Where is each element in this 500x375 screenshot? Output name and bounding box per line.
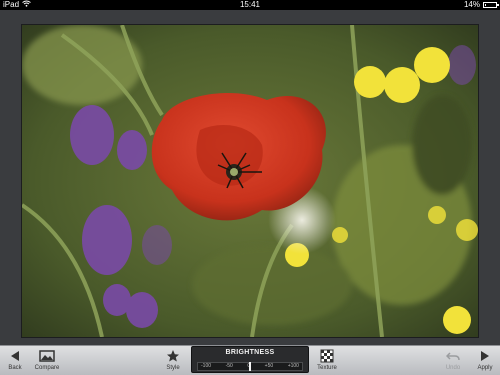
poppy-photo [22, 25, 478, 337]
editor-canvas [0, 10, 500, 345]
undo-arrow-icon [440, 348, 466, 364]
texture-label: Texture [317, 365, 337, 371]
texture-button[interactable]: Texture [314, 348, 340, 374]
battery-icon [483, 2, 499, 8]
apply-button[interactable]: Apply [472, 348, 498, 374]
brightness-slider[interactable]: -100 -50 0 +50 +100 [197, 362, 303, 371]
texture-grid-icon [314, 348, 340, 364]
battery-percent: 14% [463, 0, 480, 9]
compare-label: Compare [34, 365, 60, 371]
apply-arrow-icon [472, 348, 498, 364]
scale-tick-label: +50 [264, 363, 274, 369]
scale-tick-label: -50 [225, 363, 233, 369]
compare-image-icon [34, 348, 60, 364]
undo-label: Undo [445, 365, 461, 371]
photo-preview[interactable] [22, 25, 478, 337]
slider-indicator[interactable] [249, 362, 251, 371]
style-label: Style [166, 365, 180, 371]
status-time: 15:41 [239, 0, 261, 9]
undo-button[interactable]: Undo [440, 348, 466, 374]
compare-button[interactable]: Compare [34, 348, 60, 374]
star-icon [160, 348, 186, 364]
style-button[interactable]: Style [160, 348, 186, 374]
apply-label: Apply [477, 365, 493, 371]
brightness-adjust-panel[interactable]: BRIGHTNESS -100 -50 0 +50 +100 [191, 346, 309, 373]
back-arrow-icon [2, 348, 28, 364]
back-label: Back [8, 365, 22, 371]
status-bar: iPad 15:41 14% [0, 0, 500, 10]
back-button[interactable]: Back [2, 348, 28, 374]
scale-tick-label: -100 [201, 363, 212, 369]
scale-tick-label: +100 [287, 363, 299, 369]
adjust-title: BRIGHTNESS [225, 349, 275, 356]
